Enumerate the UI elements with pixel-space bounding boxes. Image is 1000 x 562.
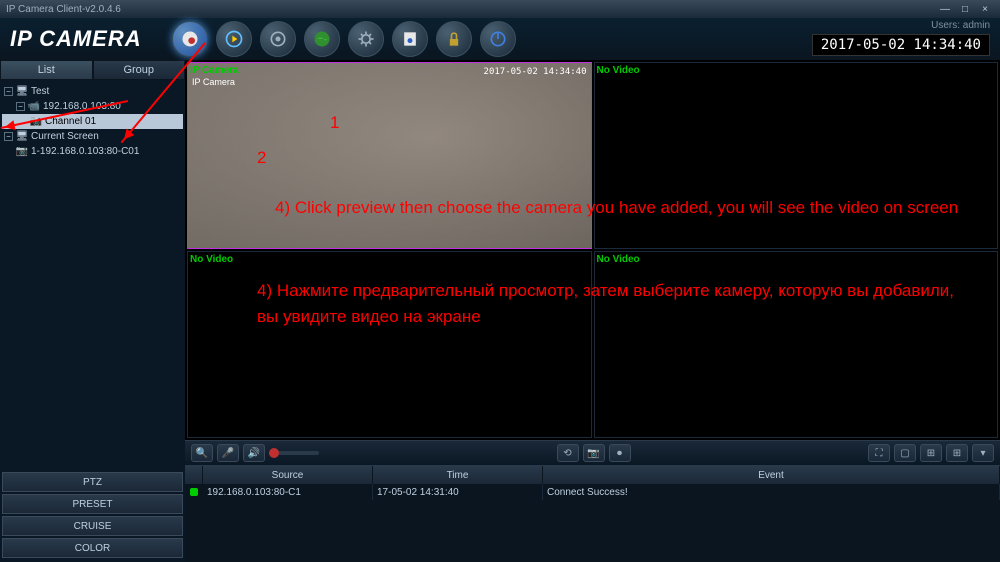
monitor-icon: 🖥	[16, 131, 28, 143]
app-logo: IP CAMERA	[10, 26, 142, 52]
osd-camera-name: IP Camera	[192, 77, 235, 87]
status-dot-icon	[190, 488, 198, 496]
log-event: Connect Success!	[543, 484, 1000, 500]
log-header-source[interactable]: Source	[203, 466, 373, 484]
cruise-button[interactable]: CRUISE	[2, 516, 183, 536]
cell-label: No Video	[190, 254, 233, 265]
device-icon: 📹	[28, 101, 40, 113]
log-source: 192.168.0.103:80-C1	[203, 484, 373, 500]
annotation-text-ru: 4) Нажмите предварительный просмотр, зат…	[257, 278, 977, 329]
log-header: Source Time Event	[185, 466, 1000, 484]
layout-9-button[interactable]: ⊞	[946, 444, 968, 462]
ptz-button[interactable]: PTZ	[2, 472, 183, 492]
log-row[interactable]: 192.168.0.103:80-C1 17-05-02 14:31:40 Co…	[185, 484, 1000, 500]
log-header-time[interactable]: Time	[373, 466, 543, 484]
cell-label: No Video	[597, 254, 640, 265]
user-label: Users: admin	[931, 20, 990, 31]
log-header-event[interactable]: Event	[543, 466, 1000, 484]
playback-button[interactable]	[216, 21, 252, 57]
layout-more-button[interactable]: ▾	[972, 444, 994, 462]
tab-list[interactable]: List	[0, 60, 93, 80]
record-button[interactable]: ⏺	[609, 444, 631, 462]
color-button[interactable]: COLOR	[2, 538, 183, 558]
video-cell-2[interactable]: No Video	[594, 62, 999, 249]
device-tree: −🖥Test −📹192.168.0.103:80 📷Channel 01 −🖥…	[0, 80, 185, 470]
power-button[interactable]	[480, 21, 516, 57]
monitor-icon: 🖥	[16, 86, 28, 98]
volume-slider[interactable]	[269, 451, 319, 455]
tree-node-test[interactable]: −🖥Test	[2, 84, 183, 99]
log-time: 17-05-02 14:31:40	[373, 484, 543, 500]
record-config-button[interactable]	[260, 21, 296, 57]
cell-label: IP Camera	[190, 65, 239, 76]
window-title: IP Camera Client-v2.0.4.6	[6, 4, 934, 15]
tab-group[interactable]: Group	[93, 60, 186, 80]
fullscreen-button[interactable]: ⛶	[868, 444, 890, 462]
settings-button[interactable]	[348, 21, 384, 57]
preview-button[interactable]	[172, 21, 208, 57]
zoom-in-button[interactable]: 🔍	[191, 444, 213, 462]
annotation-text-en: 4) Click preview then choose the camera …	[275, 195, 975, 221]
remote-button[interactable]	[304, 21, 340, 57]
preset-button[interactable]: PRESET	[2, 494, 183, 514]
tree-node-screen-item[interactable]: 📷1-192.168.0.103:80-C01	[2, 144, 183, 159]
log-button[interactable]	[392, 21, 428, 57]
video-cell-1[interactable]: IP Camera IP Camera 2017-05-02 14:34:40	[187, 62, 592, 249]
tree-node-current-screen[interactable]: −🖥Current Screen	[2, 129, 183, 144]
annotation-number-1: 1	[330, 110, 339, 136]
layout-1-button[interactable]: ▢	[894, 444, 916, 462]
annotation-number-2: 2	[257, 145, 266, 171]
minimize-button[interactable]: —	[936, 2, 954, 16]
close-button[interactable]: ×	[976, 2, 994, 16]
prev-button[interactable]: ⟲	[557, 444, 579, 462]
osd-timestamp: 2017-05-02 14:34:40	[484, 67, 587, 77]
camera-icon: 📷	[16, 146, 28, 158]
layout-4-button[interactable]: ⊞	[920, 444, 942, 462]
speaker-button[interactable]: 🔊	[243, 444, 265, 462]
snapshot-button[interactable]: 📷	[583, 444, 605, 462]
clock-display: 2017-05-02 14:34:40	[812, 34, 990, 56]
maximize-button[interactable]: □	[956, 2, 974, 16]
cell-label: No Video	[597, 65, 640, 76]
mic-button[interactable]: 🎤	[217, 444, 239, 462]
lock-button[interactable]	[436, 21, 472, 57]
